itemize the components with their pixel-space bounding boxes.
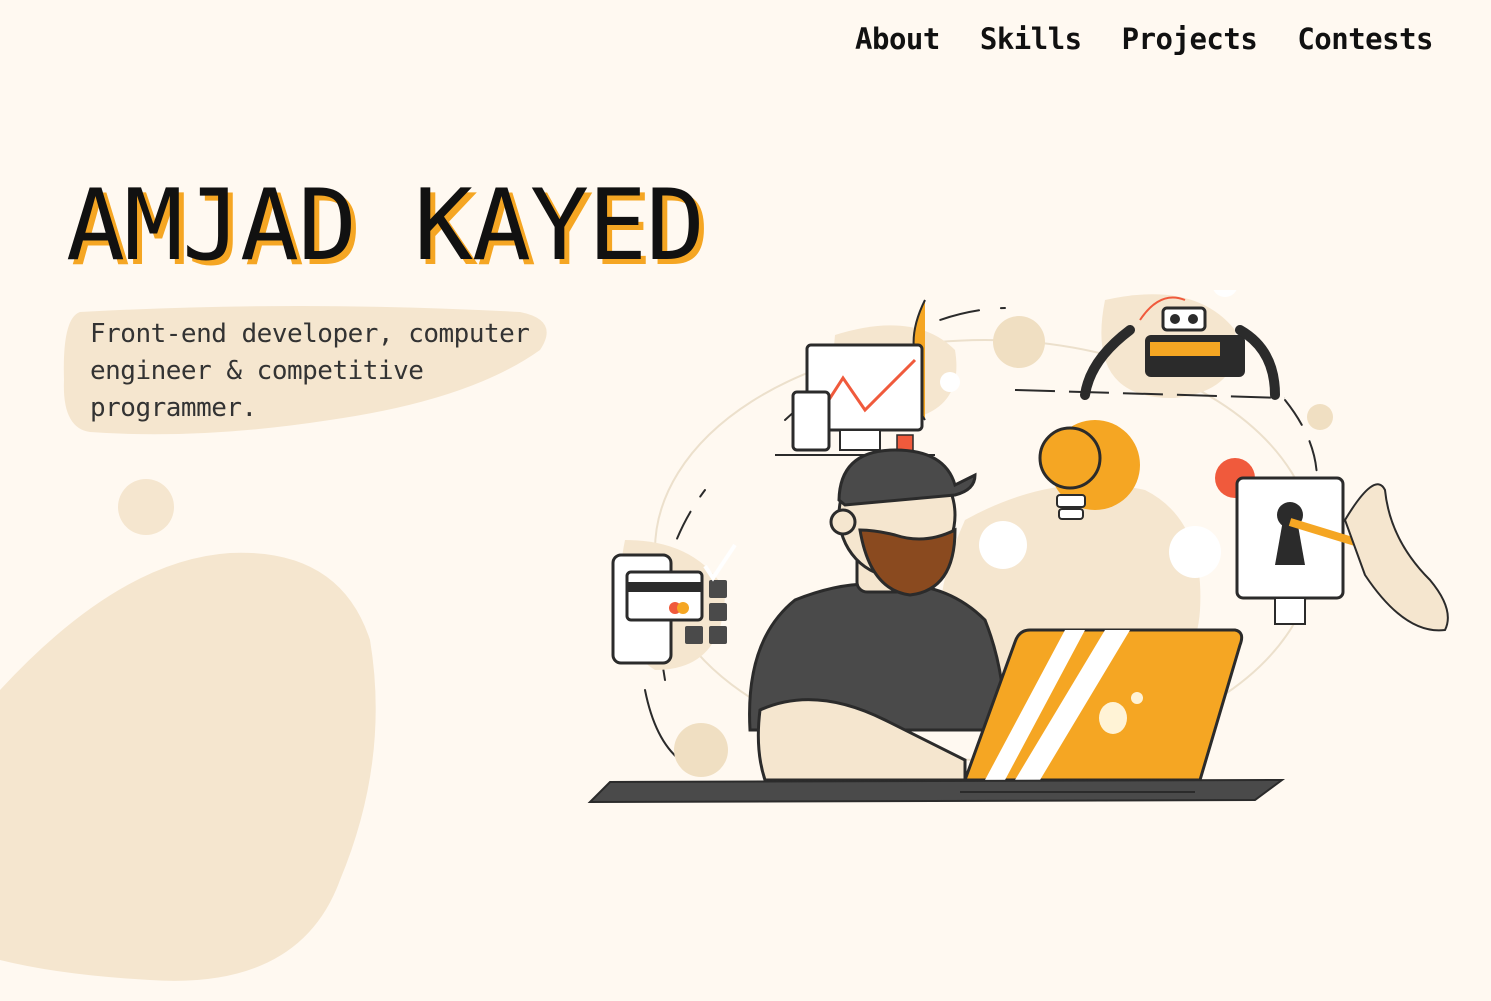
main-nav: About Skills Projects Contests bbox=[855, 22, 1433, 56]
nav-projects[interactable]: Projects bbox=[1122, 22, 1258, 56]
small-circle-blob bbox=[118, 479, 174, 535]
nav-about[interactable]: About bbox=[855, 22, 940, 56]
nav-contests[interactable]: Contests bbox=[1297, 22, 1433, 56]
developer-laptop-figure bbox=[748, 448, 1007, 782]
large-left-blob bbox=[0, 552, 376, 981]
hero-tagline: Front-end developer, computer engineer &… bbox=[90, 319, 530, 423]
keyhole-monitor-icon bbox=[1235, 476, 1449, 632]
developer-illustration bbox=[587, 290, 1449, 804]
hero-name: AMJAD KAYED bbox=[66, 169, 705, 283]
nav-skills[interactable]: Skills bbox=[980, 22, 1082, 56]
